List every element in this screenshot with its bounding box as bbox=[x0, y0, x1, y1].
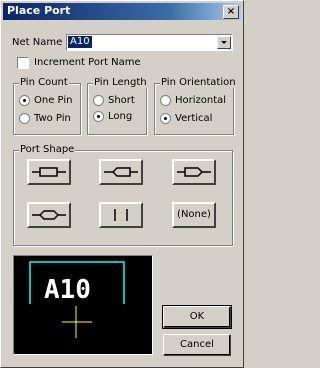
horizontal-label[interactable]: Horizontal bbox=[175, 95, 226, 106]
radio-horizontal[interactable] bbox=[160, 95, 171, 106]
radio-long[interactable] bbox=[93, 111, 104, 122]
pin-length-title: Pin Length bbox=[93, 77, 148, 88]
window-title: Place Port bbox=[7, 4, 71, 17]
two-pin-label[interactable]: Two Pin bbox=[34, 113, 71, 124]
port-shape-output-button[interactable] bbox=[172, 159, 216, 185]
output-port-icon bbox=[177, 167, 211, 177]
pin-length-group: Pin Length Short Long bbox=[87, 77, 148, 135]
place-port-dialog: Place Port × Net Name A10 Increment Port… bbox=[0, 0, 244, 368]
one-pin-label[interactable]: One Pin bbox=[34, 95, 72, 106]
diamond-port-icon bbox=[32, 210, 66, 220]
none-label: (None) bbox=[177, 209, 211, 220]
net-name-label: Net Name bbox=[12, 37, 63, 48]
port-shape-diamond-button[interactable] bbox=[27, 202, 71, 228]
net-name-combobox[interactable]: A10 bbox=[66, 34, 233, 51]
port-preview: A10 bbox=[13, 255, 153, 355]
port-shape-none-button[interactable]: (None) bbox=[172, 202, 216, 228]
radio-one-pin[interactable] bbox=[19, 95, 30, 106]
pin-count-title: Pin Count bbox=[19, 77, 69, 88]
port-shape-bidirectional-button[interactable] bbox=[27, 159, 71, 185]
net-name-value[interactable]: A10 bbox=[68, 36, 92, 48]
close-button[interactable]: × bbox=[223, 5, 239, 19]
radio-short[interactable] bbox=[93, 95, 104, 106]
vertical-label[interactable]: Vertical bbox=[175, 113, 212, 124]
long-label[interactable]: Long bbox=[108, 111, 132, 122]
increment-port-name-checkbox[interactable] bbox=[17, 57, 29, 69]
cancel-button[interactable]: Cancel bbox=[163, 334, 231, 356]
port-shape-title: Port Shape bbox=[19, 144, 76, 155]
port-shape-group: Port Shape (None) bbox=[13, 144, 233, 246]
pin-count-group: Pin Count One Pin Two Pin bbox=[13, 77, 81, 135]
pin-orientation-title: Pin Orientation bbox=[160, 77, 237, 88]
increment-port-name-label[interactable]: Increment Port Name bbox=[34, 57, 141, 68]
title-bar[interactable]: Place Port × bbox=[3, 3, 241, 20]
short-label[interactable]: Short bbox=[108, 95, 135, 106]
port-shape-input-button[interactable] bbox=[99, 159, 143, 185]
input-port-icon bbox=[104, 167, 138, 177]
radio-vertical[interactable] bbox=[160, 113, 171, 124]
ok-button[interactable]: OK bbox=[162, 305, 232, 329]
bidirectional-port-icon bbox=[32, 167, 66, 177]
radio-two-pin[interactable] bbox=[19, 113, 30, 124]
preview-canvas: A10 bbox=[29, 261, 125, 338]
chevron-down-icon[interactable] bbox=[217, 36, 231, 49]
pin-orientation-group: Pin Orientation Horizontal Vertical bbox=[154, 77, 237, 135]
port-shape-bar-button[interactable] bbox=[99, 202, 143, 228]
bar-port-icon bbox=[114, 209, 128, 221]
preview-net-label: A10 bbox=[44, 275, 91, 305]
